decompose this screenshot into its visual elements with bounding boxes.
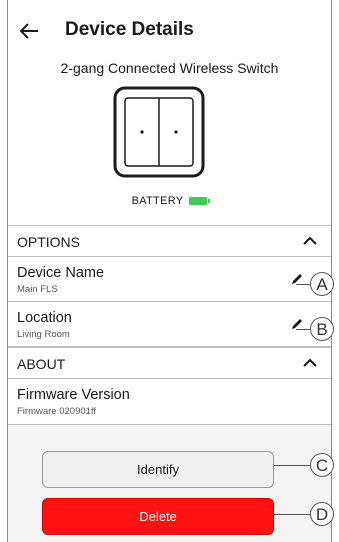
device-name-label: Device Name [17, 265, 105, 281]
wireless-switch-icon [113, 86, 205, 178]
identify-button[interactable]: Identify [42, 451, 274, 488]
delete-button[interactable]: Delete [42, 498, 274, 535]
firmware-row: Firmware Version Firmware 020901ff [8, 379, 331, 425]
options-section-header[interactable]: OPTIONS [8, 225, 331, 257]
chevron-up-icon[interactable] [303, 358, 317, 368]
app-header: Device Details [8, 0, 331, 60]
page-title: Device Details [65, 19, 194, 40]
callout-d: D [310, 502, 334, 526]
battery-status: BATTERY [8, 195, 331, 207]
callout-line-b [296, 329, 310, 330]
device-name-value: Main FLS [17, 284, 58, 295]
options-section-label: OPTIONS [17, 234, 81, 250]
location-value: Living Room [17, 329, 70, 340]
firmware-value: Firmware 020901ff [17, 406, 97, 417]
firmware-label: Firmware Version [17, 387, 130, 403]
callout-line-c [274, 465, 310, 466]
device-summary: Device Details 2-gang Connected Wireless… [8, 0, 331, 225]
callout-a: A [310, 272, 334, 296]
location-label: Location [17, 310, 72, 326]
back-arrow-icon[interactable] [18, 20, 40, 42]
callout-b: B [310, 317, 334, 341]
about-section-header[interactable]: ABOUT [8, 347, 331, 379]
device-name-row[interactable]: Device Name Main FLS [8, 257, 331, 302]
device-model-name: 2-gang Connected Wireless Switch [60, 60, 279, 76]
callout-line-d [274, 514, 310, 515]
battery-full-icon [189, 197, 211, 206]
about-section-label: ABOUT [17, 356, 66, 372]
callout-c: C [310, 453, 334, 477]
battery-label: BATTERY [131, 195, 184, 207]
location-row[interactable]: Location Living Room [8, 302, 331, 347]
chevron-up-icon[interactable] [303, 236, 317, 246]
callout-line-a [296, 284, 310, 285]
phone-screen: Device Details 2-gang Connected Wireless… [7, 0, 332, 542]
